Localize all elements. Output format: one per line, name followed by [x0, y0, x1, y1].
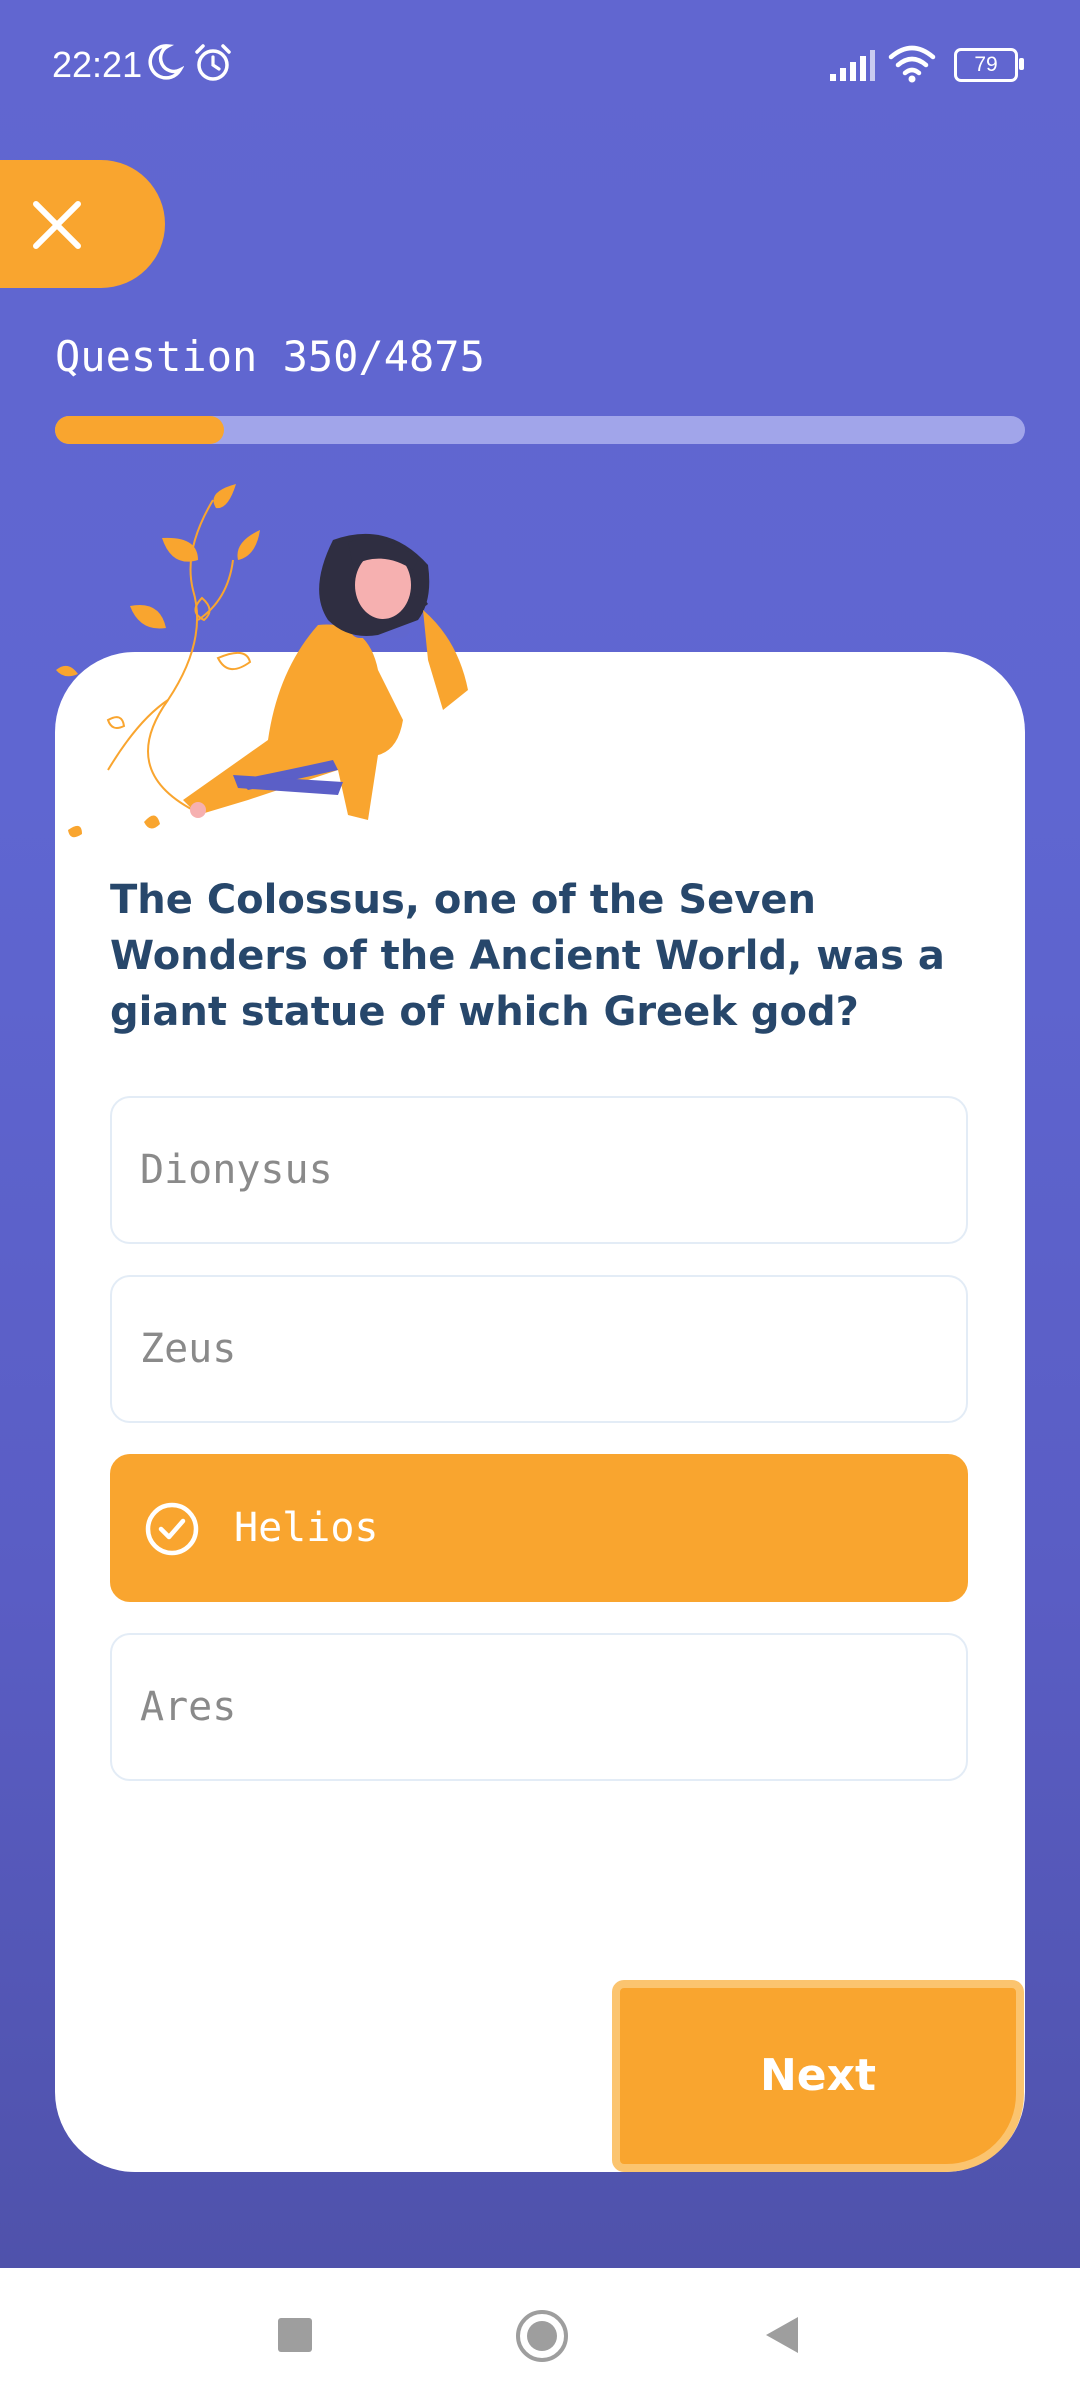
close-button[interactable] — [0, 160, 165, 288]
home-icon[interactable] — [516, 2310, 568, 2362]
battery-level: 79 — [974, 53, 998, 76]
answer-option-helios[interactable]: Helios — [110, 1454, 968, 1602]
answer-label: Ares — [140, 1684, 237, 1730]
battery-icon: 79 — [954, 48, 1024, 82]
alarm-icon — [195, 44, 231, 81]
navigation-bar — [0, 2268, 1080, 2400]
answer-label: Dionysus — [140, 1147, 333, 1193]
check-circle-icon — [145, 1502, 199, 1556]
status-bar: 22:21 79 — [0, 0, 1080, 130]
wifi-icon — [888, 45, 936, 83]
answer-label: Zeus — [140, 1326, 237, 1372]
signal-icon — [830, 50, 875, 81]
answer-option-zeus[interactable]: Zeus — [110, 1275, 968, 1423]
question-counter: Question 350/4875 — [55, 332, 485, 381]
status-time: 22:21 — [52, 44, 143, 85]
next-button[interactable]: Next — [612, 1980, 1024, 2172]
answer-label: Helios — [234, 1505, 379, 1551]
back-icon[interactable] — [762, 2314, 802, 2356]
answer-option-ares[interactable]: Ares — [110, 1633, 968, 1781]
moon-icon — [148, 44, 184, 80]
woman-with-plant-illustration — [56, 484, 468, 838]
close-icon — [33, 201, 81, 249]
question-text: The Colossus, one of the Seven Wonders o… — [110, 877, 945, 1035]
progress-bar — [55, 416, 1025, 444]
recent-apps-icon[interactable] — [278, 2318, 312, 2352]
progress-fill — [55, 416, 224, 444]
answer-option-dionysus[interactable]: Dionysus — [110, 1096, 968, 1244]
